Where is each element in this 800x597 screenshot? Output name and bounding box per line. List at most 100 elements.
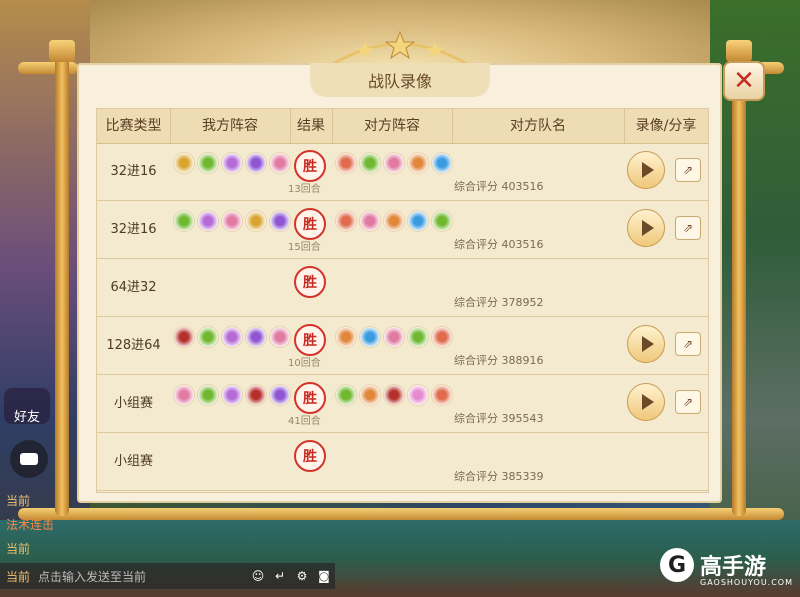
header-replay-share: 录像/分享 [635, 118, 697, 134]
win-badge: 胜 [294, 382, 326, 414]
chat-input-bar[interactable]: 当前 点击输入发送至当前 ☺ ↵ ⚙ ◙ [0, 563, 335, 589]
our-lineup [173, 326, 291, 348]
emoji-icon[interactable]: ☺ [247, 569, 269, 583]
hero-icon[interactable] [173, 384, 195, 406]
hero-icon[interactable] [173, 326, 195, 348]
play-replay-button[interactable] [627, 383, 665, 421]
match-type: 小组赛 [113, 454, 153, 469]
our-lineup [173, 384, 291, 406]
play-replay-button[interactable] [627, 209, 665, 247]
win-badge: 胜 [294, 440, 326, 472]
enemy-lineup [335, 210, 453, 232]
hero-icon[interactable] [407, 326, 429, 348]
hero-icon[interactable] [197, 326, 219, 348]
team-score: 综合评分 388916 [454, 354, 544, 367]
match-type: 32进16 [110, 222, 157, 237]
settings-gear-icon[interactable]: ⚙ [291, 569, 313, 583]
watermark-url: GAOSHOUYOU.COM [700, 578, 794, 587]
hero-icon[interactable] [245, 384, 267, 406]
hero-icon[interactable] [221, 210, 243, 232]
return-icon[interactable]: ↵ [269, 569, 291, 583]
share-icon: ⇗ [682, 221, 694, 235]
hero-icon[interactable] [431, 152, 453, 174]
header-enemy-team: 对方队名 [452, 109, 625, 143]
hero-icon[interactable] [173, 152, 195, 174]
play-icon [642, 162, 654, 178]
header-enemy-lineup: 对方阵容 [332, 109, 453, 143]
play-replay-button[interactable] [627, 151, 665, 189]
table-header: 比赛类型 我方阵容 结果 对方阵容 对方队名 录像/分享 [97, 109, 708, 144]
share-button[interactable]: ⇗ [675, 216, 701, 240]
share-button[interactable]: ⇗ [675, 158, 701, 182]
hero-icon[interactable] [407, 152, 429, 174]
scroll-pole-right [732, 46, 746, 516]
table-row: 128进64 胜 10回合 综合评分 388916 ⇗ [97, 317, 708, 375]
scroll-pole-left [55, 46, 69, 516]
our-lineup [173, 210, 291, 232]
scroll-rod-bottom [18, 508, 784, 520]
chat-bubble-icon [20, 453, 38, 465]
hero-icon[interactable] [407, 384, 429, 406]
hero-icon[interactable] [383, 210, 405, 232]
friends-label: 好友 [13, 410, 40, 425]
team-score: 综合评分 378952 [454, 296, 544, 309]
chat-input-placeholder[interactable]: 点击输入发送至当前 [38, 568, 247, 585]
play-icon [642, 220, 654, 236]
hero-icon[interactable] [335, 326, 357, 348]
win-badge: 胜 [294, 208, 326, 240]
hero-icon[interactable] [359, 152, 381, 174]
hero-icon[interactable] [245, 326, 267, 348]
win-badge: 胜 [294, 324, 326, 356]
hero-icon[interactable] [431, 326, 453, 348]
chat-line: 法术连击 [6, 518, 55, 532]
match-type: 32进16 [110, 164, 157, 179]
hero-icon[interactable] [335, 152, 357, 174]
hero-icon[interactable] [335, 384, 357, 406]
table-row: 小组赛 胜综合评分 385339 [97, 433, 708, 491]
round-count: 41回合 [288, 416, 321, 427]
hero-icon[interactable] [221, 384, 243, 406]
hero-icon[interactable] [431, 384, 453, 406]
share-button[interactable]: ⇗ [675, 332, 701, 356]
round-count: 15回合 [288, 242, 321, 253]
round-count: 13回合 [288, 184, 321, 195]
hero-icon[interactable] [269, 152, 291, 174]
chat-button[interactable] [10, 440, 48, 478]
play-icon [642, 394, 654, 410]
hero-icon[interactable] [269, 326, 291, 348]
close-button[interactable]: ✕ [723, 61, 765, 101]
round-count: 10回合 [288, 358, 321, 369]
our-lineup [173, 152, 291, 174]
chat-line: 当前 [6, 542, 31, 556]
table-row: 32进16 胜 13回合 综合评分 403516 ⇗ [97, 143, 708, 201]
hero-icon[interactable] [335, 210, 357, 232]
hero-icon[interactable] [245, 152, 267, 174]
hero-icon[interactable] [221, 326, 243, 348]
hero-icon[interactable] [431, 210, 453, 232]
hero-icon[interactable] [245, 210, 267, 232]
match-type: 小组赛 [113, 396, 153, 411]
hero-icon[interactable] [383, 326, 405, 348]
hero-icon[interactable] [269, 210, 291, 232]
match-type: 64进32 [110, 280, 157, 295]
hero-icon[interactable] [407, 210, 429, 232]
hero-icon[interactable] [197, 384, 219, 406]
chat-channel[interactable]: 当前 [6, 568, 30, 585]
hero-icon[interactable] [359, 210, 381, 232]
watermark-text: 高手游 [700, 555, 767, 580]
hero-icon[interactable] [359, 384, 381, 406]
play-replay-button[interactable] [627, 325, 665, 363]
hero-icon[interactable] [383, 384, 405, 406]
hero-icon[interactable] [269, 384, 291, 406]
hero-icon[interactable] [197, 210, 219, 232]
table-row: 64进32 胜综合评分 378952 [97, 259, 708, 317]
team-score: 综合评分 385339 [454, 470, 544, 483]
hero-icon[interactable] [359, 326, 381, 348]
friends-button[interactable]: 好友 [4, 388, 50, 425]
hero-icon[interactable] [197, 152, 219, 174]
hero-icon[interactable] [383, 152, 405, 174]
share-button[interactable]: ⇗ [675, 390, 701, 414]
hero-icon[interactable] [173, 210, 195, 232]
hero-icon[interactable] [221, 152, 243, 174]
camera-icon[interactable]: ◙ [313, 569, 335, 583]
